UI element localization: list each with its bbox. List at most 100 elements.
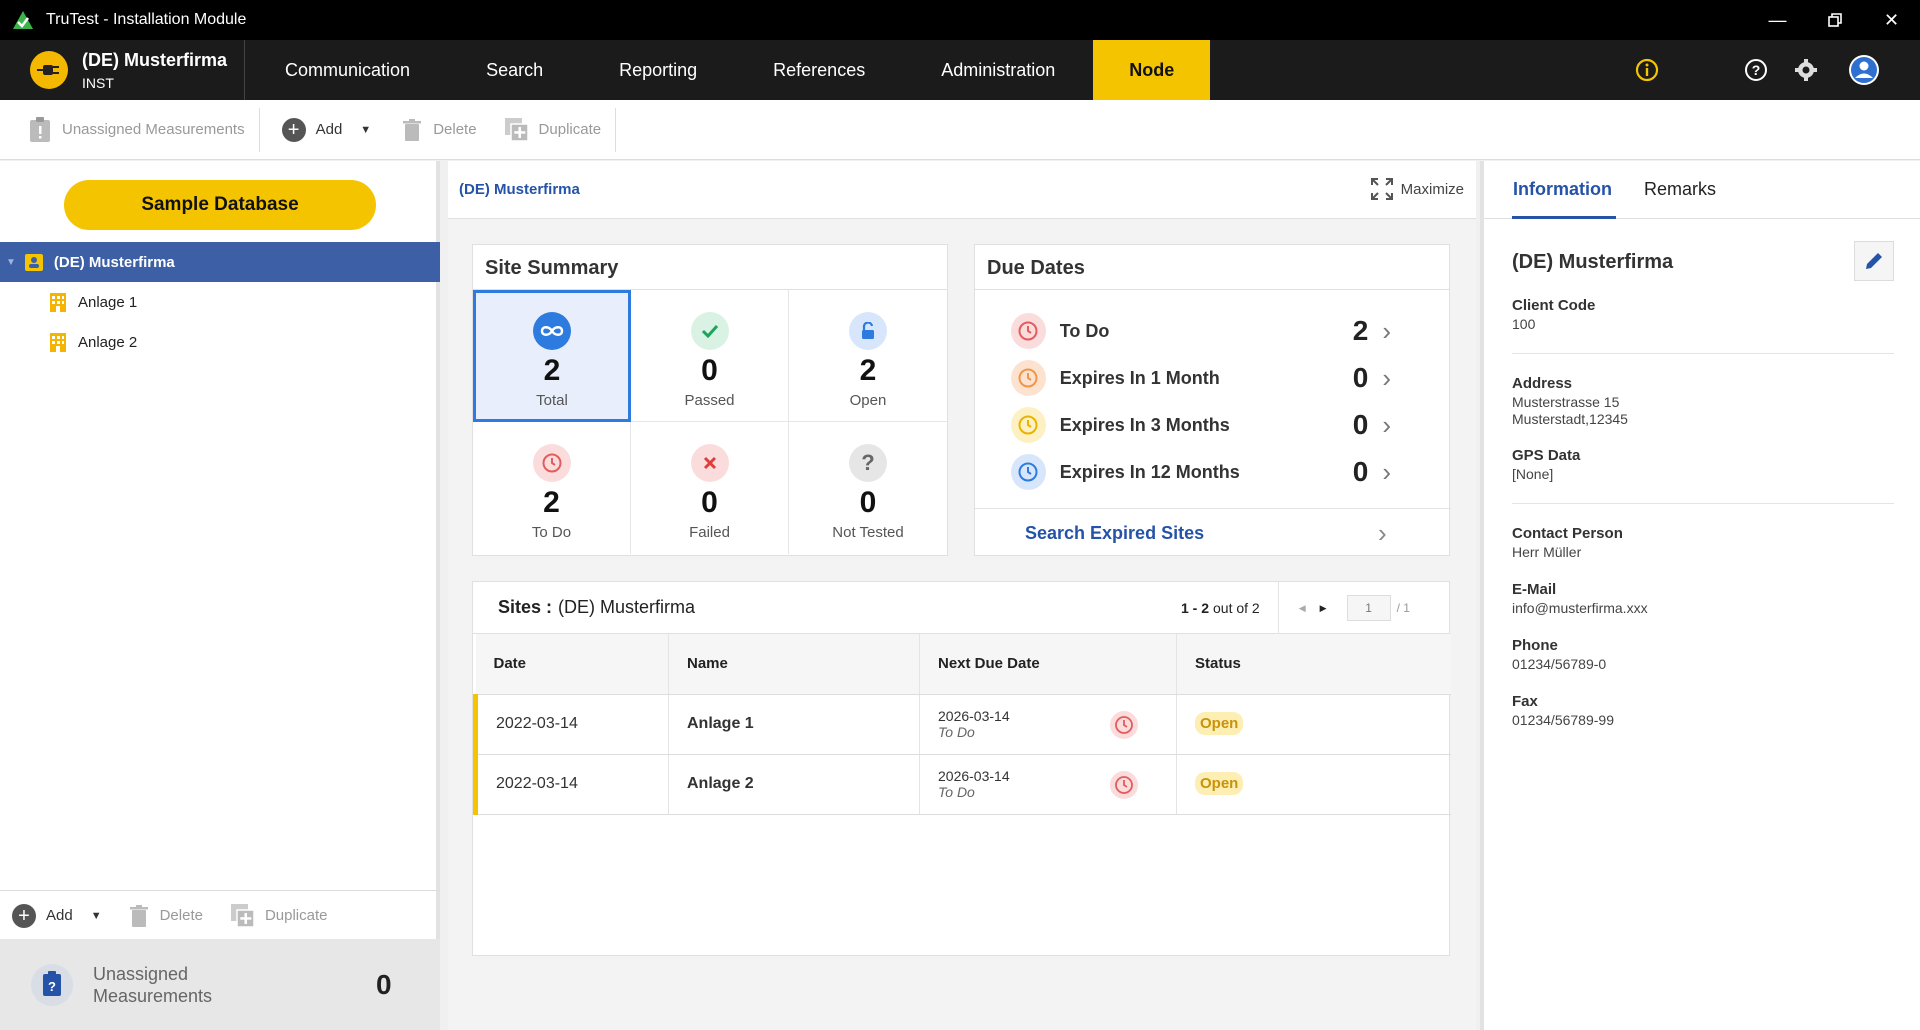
- prev-page-icon[interactable]: ◀: [1299, 603, 1306, 614]
- clock-icon: [1011, 313, 1046, 349]
- info-icon[interactable]: [1635, 58, 1659, 82]
- column-header-status[interactable]: Status: [1176, 634, 1451, 695]
- maximize-button[interactable]: Maximize: [1370, 178, 1464, 200]
- add-button[interactable]: + Add ▼: [268, 110, 386, 150]
- row-status-cell: Open: [1176, 754, 1451, 815]
- due-row-label: Expires In 12 Months: [1059, 461, 1240, 482]
- address-label: Address: [1512, 375, 1573, 392]
- brand-name: (DE) Musterfirma: [82, 49, 228, 70]
- clipboard-alert-icon: [30, 116, 50, 142]
- tree-child-label: Anlage 2: [78, 333, 138, 351]
- add-dropdown-icon[interactable]: ▼: [91, 910, 102, 922]
- tree-item-root[interactable]: ▼ (DE) Musterfirma: [0, 242, 440, 282]
- due-dates-card: Due Dates To Do 2 › Expires In 1 Month 0…: [974, 244, 1451, 557]
- due-row-count: 0: [1352, 362, 1369, 393]
- tree-delete-button[interactable]: Delete: [116, 896, 217, 936]
- chevron-down-icon[interactable]: ▼: [6, 257, 16, 268]
- clock-icon: [1110, 770, 1138, 799]
- row-next-due-sub: To Do: [938, 784, 975, 800]
- company-icon: [24, 254, 43, 271]
- due-row-12-months[interactable]: Expires In 12 Months 0 ›: [1011, 449, 1391, 495]
- menu-references[interactable]: References: [735, 40, 903, 100]
- tab-information[interactable]: Information: [1513, 179, 1612, 200]
- status-badge: Open: [1195, 772, 1244, 795]
- tree-duplicate-button[interactable]: Duplicate: [217, 896, 342, 936]
- column-header-next-due-date[interactable]: Next Due Date: [919, 634, 1177, 695]
- row-name: Anlage 2: [668, 754, 920, 815]
- clock-icon: [1110, 710, 1138, 739]
- client-code-label: Client Code: [1512, 297, 1596, 314]
- divider: [1277, 582, 1279, 634]
- add-icon: +: [281, 117, 306, 142]
- table-row[interactable]: 2022-03-14 Anlage 2 2026-03-14 To Do Ope…: [473, 754, 1451, 815]
- page-input[interactable]: 1: [1346, 595, 1391, 621]
- breadcrumb[interactable]: (DE) Musterfirma: [459, 181, 580, 198]
- due-row-count: 2: [1352, 315, 1369, 346]
- delete-button[interactable]: Delete: [389, 110, 490, 150]
- due-row-label: Expires In 3 Months: [1059, 414, 1230, 435]
- menu-node[interactable]: Node: [1093, 40, 1211, 100]
- maximize-label: Maximize: [1400, 180, 1464, 198]
- duplicate-button[interactable]: Duplicate: [491, 110, 616, 150]
- add-dropdown-icon[interactable]: ▼: [360, 124, 371, 136]
- settings-gear-icon[interactable]: [1794, 58, 1818, 82]
- help-icon[interactable]: ?: [1744, 58, 1768, 82]
- summary-failed[interactable]: 0 Failed: [631, 422, 789, 554]
- left-bottom-toolbar: + Add ▼ Delete Duplicate: [0, 890, 440, 940]
- search-expired-sites-link[interactable]: Search Expired Sites ›: [975, 509, 1451, 557]
- unassigned-measurements-button[interactable]: Unassigned Measurements: [14, 110, 259, 150]
- due-dates-title: Due Dates: [975, 245, 1449, 290]
- sites-title-name: (DE) Musterfirma: [558, 597, 696, 617]
- client-code-value: 100: [1512, 316, 1536, 332]
- search-expired-sites-label: Search Expired Sites: [1025, 522, 1205, 543]
- fax-label: Fax: [1512, 693, 1538, 710]
- center-header: (DE) Musterfirma Maximize: [448, 161, 1476, 219]
- table-row[interactable]: 2022-03-14 Anlage 1 2026-03-14 To Do Ope…: [473, 694, 1451, 755]
- title-bar: TruTest - Installation Module — ✕: [0, 0, 1920, 40]
- due-row-1-month[interactable]: Expires In 1 Month 0 ›: [1011, 355, 1391, 401]
- tab-remarks[interactable]: Remarks: [1644, 179, 1716, 200]
- column-header-name[interactable]: Name: [668, 634, 920, 695]
- menu-communication[interactable]: Communication: [247, 40, 448, 100]
- column-header-date[interactable]: Date: [475, 634, 669, 695]
- menu-reporting[interactable]: Reporting: [581, 40, 735, 100]
- due-row-count: 0: [1352, 409, 1369, 440]
- edit-button[interactable]: [1854, 241, 1894, 281]
- chevron-right-icon: ›: [1382, 315, 1391, 346]
- divider: [1512, 503, 1894, 504]
- summary-open[interactable]: 2 Open: [789, 290, 947, 422]
- close-icon[interactable]: ✕: [1863, 0, 1920, 40]
- row-next-due: 2026-03-14: [938, 708, 1010, 724]
- due-row-3-months[interactable]: Expires In 3 Months 0 ›: [1011, 402, 1391, 448]
- brand[interactable]: (DE) Musterfirma INST: [0, 40, 245, 100]
- user-avatar-icon[interactable]: [1848, 54, 1880, 86]
- next-page-icon[interactable]: ▶: [1320, 603, 1327, 614]
- menu-search[interactable]: Search: [448, 40, 581, 100]
- summary-passed[interactable]: 0 Passed: [631, 290, 789, 422]
- minimize-icon[interactable]: —: [1749, 0, 1806, 40]
- summary-passed-count: 0: [701, 354, 718, 387]
- summary-total[interactable]: 2 Total: [473, 290, 631, 422]
- main-toolbar: Unassigned Measurements + Add ▼ Delete D…: [0, 100, 1920, 160]
- tree-item-anlage-2[interactable]: Anlage 2: [48, 325, 137, 359]
- clipboard-question-icon: ?: [31, 963, 73, 1006]
- menu-administration[interactable]: Administration: [903, 40, 1093, 100]
- toolbar-divider: [258, 107, 260, 152]
- unassigned-label-2: Measurements: [93, 985, 213, 1006]
- chevron-right-icon: ›: [1382, 456, 1391, 487]
- building-icon: [50, 333, 66, 352]
- sample-database-button[interactable]: Sample Database: [64, 180, 376, 230]
- summary-not-tested[interactable]: ? 0 Not Tested: [789, 422, 947, 554]
- unassigned-measurements-panel[interactable]: ? Unassigned Measurements 0: [0, 939, 440, 1030]
- info-name: (DE) Musterfirma: [1512, 251, 1674, 273]
- phone-value: 01234/56789-0: [1512, 656, 1607, 672]
- tree-item-anlage-1[interactable]: Anlage 1: [48, 285, 137, 319]
- chevron-right-icon: ›: [1378, 517, 1387, 548]
- tree-add-button[interactable]: + Add ▼: [0, 896, 116, 936]
- row-next-due: 2026-03-14: [938, 768, 1010, 784]
- due-row-todo[interactable]: To Do 2 ›: [1011, 308, 1391, 354]
- restore-icon[interactable]: [1806, 0, 1863, 40]
- summary-todo[interactable]: 2 To Do: [473, 422, 631, 554]
- summary-total-count: 2: [543, 354, 561, 387]
- trash-icon: [403, 118, 422, 141]
